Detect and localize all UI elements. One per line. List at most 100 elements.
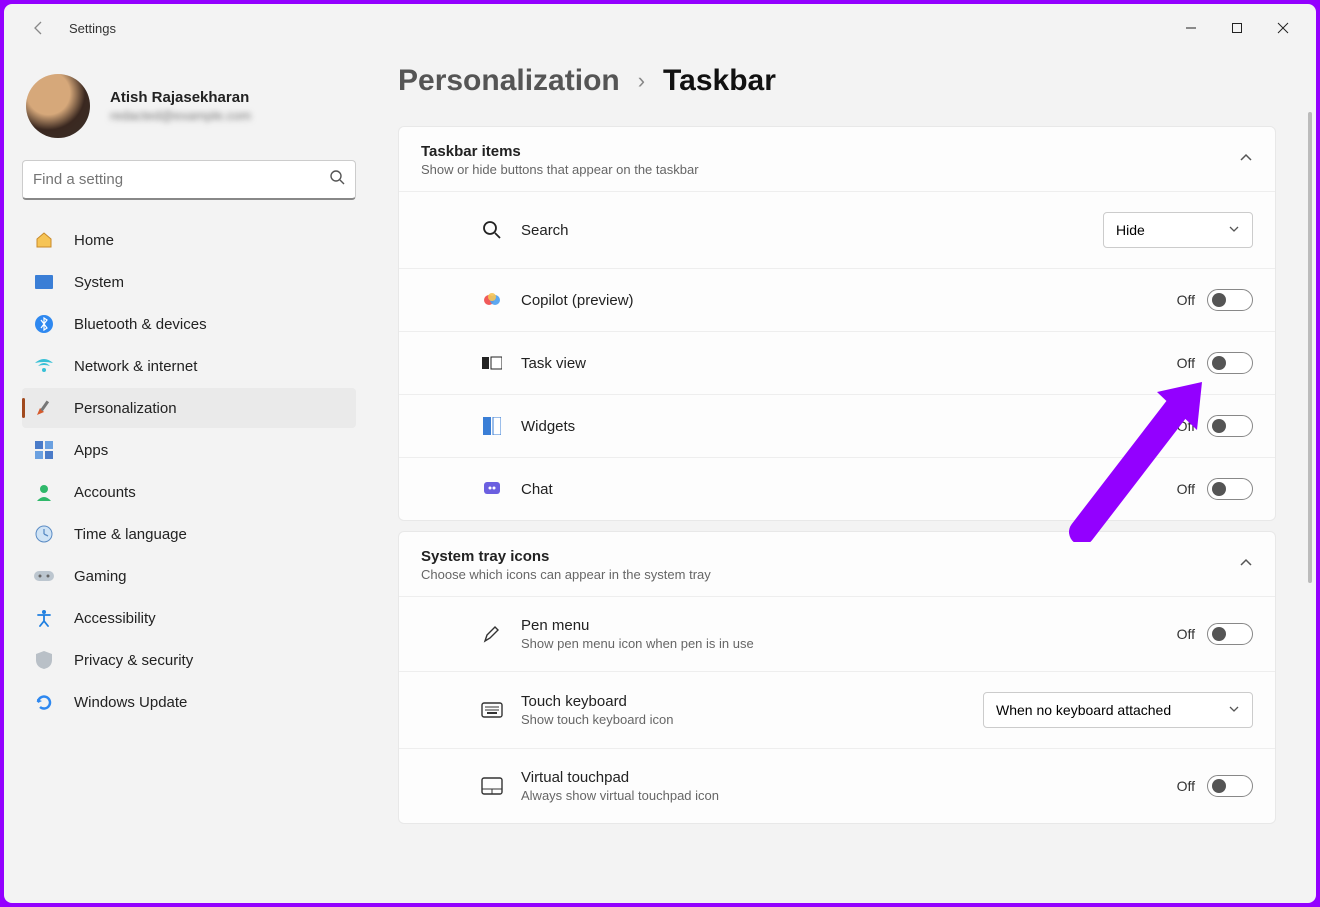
toggle-state: Off	[1177, 418, 1195, 434]
apps-icon	[34, 440, 54, 460]
sidebar-item-label: Accounts	[74, 484, 136, 501]
page-title: Taskbar	[663, 64, 776, 98]
sidebar-item-home[interactable]: Home	[22, 220, 356, 260]
settings-window: Settings Atish Rajasekharan redacted@exa…	[4, 4, 1316, 903]
avatar	[26, 74, 90, 138]
system-tray-card: System tray icons Choose which icons can…	[398, 531, 1276, 824]
section-subtitle: Choose which icons can appear in the sys…	[421, 567, 711, 582]
sidebar-item-accounts[interactable]: Accounts	[22, 472, 356, 512]
sidebar-item-apps[interactable]: Apps	[22, 430, 356, 470]
person-icon	[34, 482, 54, 502]
chevron-up-icon	[1239, 151, 1253, 170]
toggle-state: Off	[1177, 778, 1195, 794]
accessibility-icon	[34, 608, 54, 628]
system-tray-header[interactable]: System tray icons Choose which icons can…	[399, 532, 1275, 596]
search-box[interactable]	[22, 160, 356, 200]
gamepad-icon	[34, 566, 54, 586]
widgets-icon	[481, 415, 503, 437]
profile-name: Atish Rajasekharan	[110, 89, 251, 106]
taskview-toggle[interactable]	[1207, 352, 1253, 374]
search-mode-select[interactable]: Hide	[1103, 212, 1253, 248]
taskview-icon	[481, 352, 503, 374]
search-icon	[329, 169, 345, 190]
sidebar-item-time-language[interactable]: Time & language	[22, 514, 356, 554]
scrollbar[interactable]	[1308, 112, 1312, 897]
sidebar-item-label: Personalization	[74, 400, 177, 417]
toggle-state: Off	[1177, 292, 1195, 308]
chevron-right-icon: ›	[638, 68, 645, 94]
row-sublabel: Always show virtual touchpad icon	[521, 788, 1159, 803]
copilot-row: Copilot (preview) Off	[399, 268, 1275, 331]
pen-menu-row: Pen menu Show pen menu icon when pen is …	[399, 596, 1275, 671]
minimize-button[interactable]	[1168, 12, 1214, 44]
search-row: Search Hide	[399, 191, 1275, 268]
sidebar-item-label: Privacy & security	[74, 652, 193, 669]
taskview-row: Task view Off	[399, 331, 1275, 394]
breadcrumb-parent[interactable]: Personalization	[398, 64, 620, 98]
widgets-toggle[interactable]	[1207, 415, 1253, 437]
virtual-touchpad-row: Virtual touchpad Always show virtual tou…	[399, 748, 1275, 823]
copilot-toggle[interactable]	[1207, 289, 1253, 311]
app-title: Settings	[69, 21, 116, 36]
update-icon	[34, 692, 54, 712]
taskbar-items-card: Taskbar items Show or hide buttons that …	[398, 126, 1276, 521]
system-icon	[34, 272, 54, 292]
back-button[interactable]	[29, 18, 49, 38]
maximize-button[interactable]	[1214, 12, 1260, 44]
touch-keyboard-row: Touch keyboard Show touch keyboard icon …	[399, 671, 1275, 748]
pen-toggle[interactable]	[1207, 623, 1253, 645]
sidebar-item-bluetooth[interactable]: Bluetooth & devices	[22, 304, 356, 344]
keyboard-icon	[481, 699, 503, 721]
sidebar-item-gaming[interactable]: Gaming	[22, 556, 356, 596]
sidebar-item-label: Home	[74, 232, 114, 249]
paintbrush-icon	[34, 398, 54, 418]
touchpad-icon	[481, 775, 503, 797]
sidebar-item-personalization[interactable]: Personalization	[22, 388, 356, 428]
row-label: Search	[521, 222, 1085, 239]
row-label: Touch keyboard	[521, 693, 965, 710]
row-label: Virtual touchpad	[521, 769, 1159, 786]
row-sublabel: Show touch keyboard icon	[521, 712, 965, 727]
profile-block[interactable]: Atish Rajasekharan redacted@example.com	[22, 66, 356, 154]
sidebar-item-label: Accessibility	[74, 610, 156, 627]
row-label: Task view	[521, 355, 1159, 372]
copilot-icon	[481, 289, 503, 311]
nav-list: Home System Bluetooth & devices Network …	[22, 220, 356, 722]
select-value: Hide	[1116, 222, 1145, 238]
clock-icon	[34, 524, 54, 544]
sidebar-item-accessibility[interactable]: Accessibility	[22, 598, 356, 638]
chat-icon	[481, 478, 503, 500]
touch-keyboard-select[interactable]: When no keyboard attached	[983, 692, 1253, 728]
chat-row: Chat Off	[399, 457, 1275, 520]
row-label: Pen menu	[521, 617, 1159, 634]
sidebar-item-system[interactable]: System	[22, 262, 356, 302]
toggle-state: Off	[1177, 481, 1195, 497]
shield-icon	[34, 650, 54, 670]
sidebar-item-network[interactable]: Network & internet	[22, 346, 356, 386]
sidebar-item-privacy[interactable]: Privacy & security	[22, 640, 356, 680]
toggle-state: Off	[1177, 355, 1195, 371]
breadcrumb: Personalization › Taskbar	[398, 64, 1276, 98]
sidebar-item-label: Gaming	[74, 568, 127, 585]
search-input[interactable]	[33, 171, 329, 188]
home-icon	[34, 230, 54, 250]
chevron-up-icon	[1239, 556, 1253, 575]
section-title: System tray icons	[421, 548, 711, 565]
taskbar-items-header[interactable]: Taskbar items Show or hide buttons that …	[399, 127, 1275, 191]
sidebar-item-label: Windows Update	[74, 694, 187, 711]
bluetooth-icon	[34, 314, 54, 334]
virtual-touchpad-toggle[interactable]	[1207, 775, 1253, 797]
sidebar-item-label: Time & language	[74, 526, 187, 543]
sidebar-item-label: Bluetooth & devices	[74, 316, 207, 333]
chevron-down-icon	[1228, 702, 1240, 718]
sidebar: Atish Rajasekharan redacted@example.com …	[4, 52, 374, 903]
widgets-row: Widgets Off	[399, 394, 1275, 457]
row-label: Widgets	[521, 418, 1159, 435]
close-button[interactable]	[1260, 12, 1306, 44]
chat-toggle[interactable]	[1207, 478, 1253, 500]
titlebar: Settings	[4, 4, 1316, 52]
select-value: When no keyboard attached	[996, 702, 1171, 718]
row-label: Copilot (preview)	[521, 292, 1159, 309]
sidebar-item-windows-update[interactable]: Windows Update	[22, 682, 356, 722]
sidebar-item-label: Apps	[74, 442, 108, 459]
